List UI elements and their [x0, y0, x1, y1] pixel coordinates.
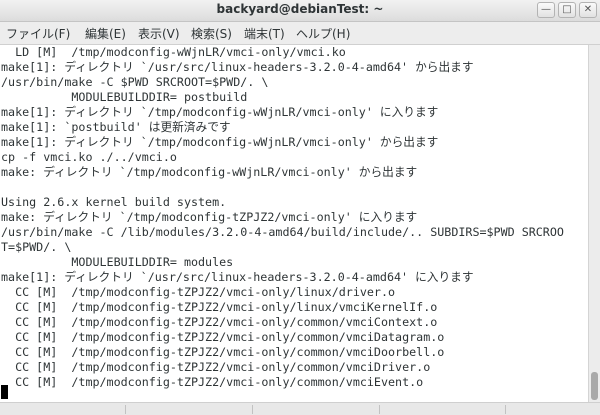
- terminal-output[interactable]: LD [M] /tmp/modconfig-wWjnLR/vmci-only/v…: [0, 45, 588, 402]
- close-icon[interactable]: ✕: [579, 2, 597, 18]
- terminal-line: CC [M] /tmp/modconfig-tZPJZ2/vmci-only/c…: [1, 330, 445, 344]
- terminal-line: CC [M] /tmp/modconfig-tZPJZ2/vmci-only/c…: [1, 375, 424, 389]
- terminal-line: make[1]: ディレクトリ `/usr/src/linux-headers-…: [1, 60, 474, 74]
- terminal-line: MODULEBUILDDIR= modules: [1, 255, 234, 269]
- terminal-line: CC [M] /tmp/modconfig-tZPJZ2/vmci-only/l…: [1, 300, 438, 314]
- menu-item-file[interactable]: ファイル(F): [6, 25, 70, 42]
- terminal-line: LD [M] /tmp/modconfig-wWjnLR/vmci-only/v…: [1, 45, 346, 59]
- title-bar[interactable]: backyard@debianTest: ~ — □ ✕: [0, 0, 600, 22]
- terminal-line: CC [M] /tmp/modconfig-tZPJZ2/vmci-only/l…: [1, 285, 396, 299]
- terminal-line: make[1]: ディレクトリ `/usr/src/linux-headers-…: [1, 270, 474, 284]
- menu-bar: ファイル(F) 編集(E) 表示(V) 検索(S) 端末(T) ヘルプ(H): [0, 22, 600, 45]
- menu-item-help[interactable]: ヘルプ(H): [296, 25, 350, 42]
- terminal-line: MODULEBUILDDIR= postbuild: [1, 90, 248, 104]
- bottom-bar-divider: [505, 405, 506, 414]
- terminal-line: make[1]: `postbuild' は更新済みです: [1, 120, 231, 134]
- terminal-line: CC [M] /tmp/modconfig-tZPJZ2/vmci-only/c…: [1, 345, 445, 359]
- terminal-line: CC [M] /tmp/modconfig-tZPJZ2/vmci-only/c…: [1, 360, 431, 374]
- terminal-line: Using 2.6.x kernel build system.: [1, 195, 227, 209]
- vertical-scrollbar[interactable]: [588, 45, 600, 402]
- terminal-line: make[1]: ディレクトリ `/tmp/modconfig-wWjnLR/v…: [1, 105, 439, 119]
- terminal-line: CC [M] /tmp/modconfig-tZPJZ2/vmci-only/c…: [1, 315, 438, 329]
- bottom-bar-divider: [379, 405, 380, 414]
- terminal-line: make: ディレクトリ `/tmp/modconfig-tZPJZ2/vmci…: [1, 210, 418, 224]
- menu-item-terminal[interactable]: 端末(T): [244, 25, 285, 42]
- bottom-bar-divider: [252, 405, 253, 414]
- terminal-window: backyard@debianTest: ~ — □ ✕ ファイル(F) 編集(…: [0, 0, 600, 415]
- menu-item-edit[interactable]: 編集(E): [85, 25, 126, 42]
- maximize-icon[interactable]: □: [558, 2, 576, 18]
- terminal-line: T=$PWD/. \: [1, 240, 72, 254]
- terminal-line: make: ディレクトリ `/tmp/modconfig-wWjnLR/vmci…: [1, 165, 418, 179]
- minimize-icon[interactable]: —: [537, 2, 555, 18]
- terminal-line: make[1]: ディレクトリ `/tmp/modconfig-wWjnLR/v…: [1, 135, 439, 149]
- scrollbar-thumb[interactable]: [591, 372, 598, 400]
- menu-item-view[interactable]: 表示(V): [138, 25, 180, 42]
- terminal-line: /usr/bin/make -C $PWD SRCROOT=$PWD/. \: [1, 75, 269, 89]
- terminal-line: /usr/bin/make -C /lib/modules/3.2.0-4-am…: [1, 225, 564, 239]
- bottom-bar-divider: [125, 405, 126, 414]
- menu-item-search[interactable]: 検索(S): [191, 25, 232, 42]
- window-title: backyard@debianTest: ~: [216, 2, 384, 16]
- bottom-bar: [0, 402, 600, 415]
- terminal-cursor: [1, 385, 8, 399]
- terminal-line: cp -f vmci.ko ./../vmci.o: [1, 150, 177, 164]
